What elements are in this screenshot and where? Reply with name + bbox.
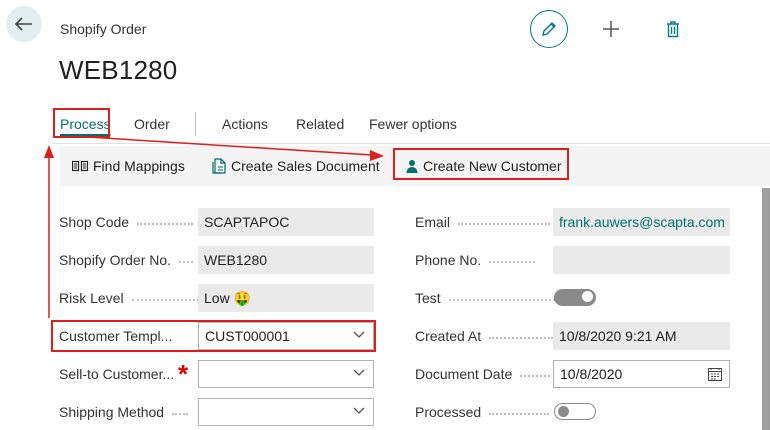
field-email: Email frank.auwers@scapta.com <box>407 208 737 236</box>
field-processed: Processed <box>407 398 737 426</box>
field-sell-to-customer: Sell-to Customer... * <box>52 360 382 388</box>
highlight-create-new-customer <box>393 148 569 180</box>
new-button[interactable] <box>598 16 624 42</box>
back-arrow-icon <box>15 17 32 31</box>
field-risk-level: Risk Level Low 🤑 <box>52 284 382 312</box>
page-title: WEB1280 <box>59 55 178 85</box>
shipping-method-label: Shipping Method <box>59 398 199 426</box>
action-menu-bar: Process Order Actions Related Fewer opti… <box>52 106 770 144</box>
shipping-method-select[interactable] <box>198 398 374 426</box>
chevron-down-icon <box>353 369 365 376</box>
tab-fewer-options[interactable]: Fewer options <box>369 116 457 132</box>
edit-button[interactable] <box>530 10 568 48</box>
processed-label: Processed <box>415 398 555 426</box>
created-at-label: Created At <box>415 322 555 350</box>
required-asterisk: * <box>178 359 189 389</box>
field-phone-no: Phone No. <box>407 246 737 274</box>
tab-actions[interactable]: Actions <box>222 116 268 132</box>
email-value[interactable]: frank.auwers@scapta.com <box>553 208 730 236</box>
find-mappings-button[interactable]: Find Mappings <box>72 146 185 186</box>
shopify-order-no-value: WEB1280 <box>198 246 374 274</box>
back-button[interactable] <box>6 6 42 42</box>
field-shop-code: Shop Code SCAPTAPOC <box>52 208 382 236</box>
edit-pencil-icon <box>542 22 556 36</box>
money-face-emoji: 🤑 <box>233 291 252 307</box>
phone-no-value <box>553 246 730 274</box>
tab-related[interactable]: Related <box>296 116 344 132</box>
mappings-icon <box>72 160 88 172</box>
test-toggle[interactable] <box>554 289 596 306</box>
email-label: Email <box>415 208 555 236</box>
calendar-icon[interactable] <box>708 367 722 381</box>
sell-to-customer-label: Sell-to Customer... <box>59 366 175 382</box>
shopify-order-no-label: Shopify Order No. <box>59 246 199 274</box>
page-caption: Shopify Order <box>60 21 147 37</box>
general-form: Shop Code SCAPTAPOC Shopify Order No. WE… <box>52 188 762 430</box>
test-label: Test <box>415 284 555 312</box>
document-date-label: Document Date <box>415 360 555 388</box>
create-sales-document-button[interactable]: Create Sales Document <box>212 146 380 186</box>
risk-level-label: Risk Level <box>59 284 199 312</box>
field-document-date: Document Date 10/8/2020 <box>407 360 737 388</box>
shop-code-value: SCAPTAPOC <box>198 208 374 236</box>
created-at-value: 10/8/2020 9:21 AM <box>553 322 730 350</box>
document-date-input[interactable]: 10/8/2020 <box>553 360 730 388</box>
chevron-down-icon <box>353 407 365 414</box>
field-shipping-method: Shipping Method <box>52 398 382 426</box>
highlight-process-tab <box>53 108 110 138</box>
delete-button[interactable] <box>660 16 686 42</box>
vertical-scrollbar[interactable] <box>762 188 770 430</box>
phone-no-label: Phone No. <box>415 246 555 274</box>
plus-icon <box>603 21 619 37</box>
find-mappings-label: Find Mappings <box>93 158 185 174</box>
processed-toggle[interactable] <box>554 403 596 420</box>
sell-to-customer-select[interactable] <box>198 360 374 388</box>
menu-divider <box>195 112 196 136</box>
trash-icon <box>667 20 679 37</box>
field-created-at: Created At 10/8/2020 9:21 AM <box>407 322 737 350</box>
sales-document-icon <box>212 158 226 174</box>
shop-code-label: Shop Code <box>59 208 199 236</box>
risk-level-value: Low 🤑 <box>198 284 374 312</box>
highlight-customer-template <box>51 320 376 352</box>
create-sales-document-label: Create Sales Document <box>231 158 380 174</box>
field-test: Test <box>407 284 737 312</box>
field-shopify-order-no: Shopify Order No. WEB1280 <box>52 246 382 274</box>
tab-order[interactable]: Order <box>134 116 170 132</box>
